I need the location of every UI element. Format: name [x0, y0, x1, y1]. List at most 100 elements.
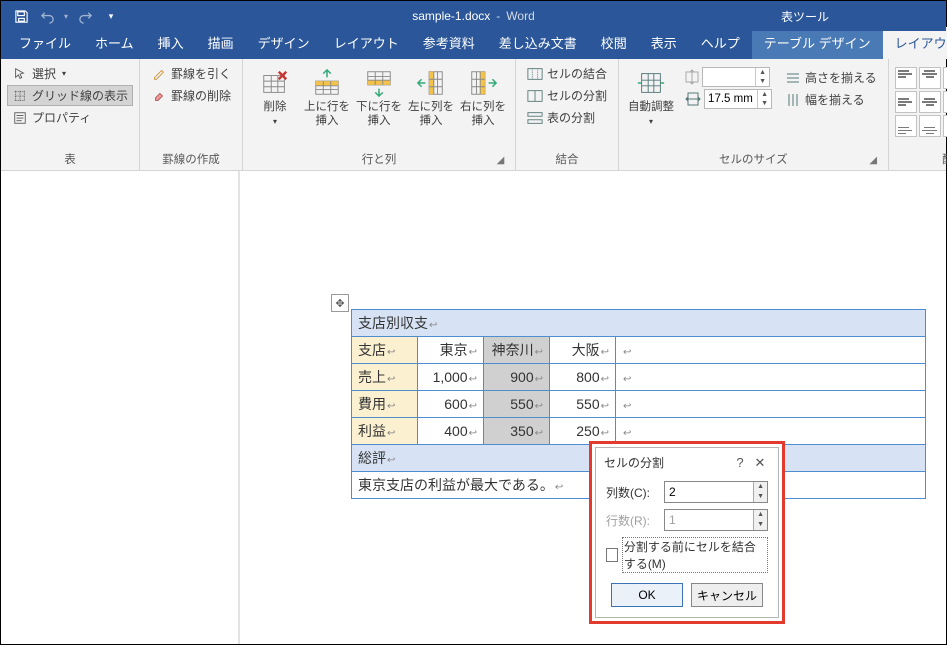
ok-button[interactable]: OK	[611, 583, 683, 607]
split-cells-dialog: セルの分割 ? ✕ 列数(C): ▲▼ 行数(R): ▲▼ 分割する前にセルを結…	[595, 447, 779, 618]
align-top-center[interactable]	[919, 67, 941, 89]
dialog-launcher-icon[interactable]: ◢	[867, 155, 880, 168]
split-cells-icon	[527, 88, 543, 104]
insert-above-button[interactable]: 上に行を挿入	[301, 63, 353, 149]
table-cell[interactable]: ↩	[616, 391, 926, 418]
align-mid-right[interactable]	[943, 91, 947, 113]
insert-right-button[interactable]: 右に列を挿入	[457, 63, 509, 149]
col-width-icon	[685, 92, 701, 106]
select-button[interactable]: 選択 ▾	[7, 63, 133, 84]
table-cell[interactable]: 350↩	[484, 418, 550, 445]
checkbox-icon[interactable]	[606, 548, 618, 562]
draw-border-button[interactable]: 罫線を引く	[146, 63, 236, 84]
table-move-handle[interactable]: ✥	[331, 294, 349, 312]
insert-left-button[interactable]: 左に列を挿入	[405, 63, 457, 149]
save-button[interactable]	[9, 4, 33, 28]
distribute-rows-button[interactable]: 高さを揃える	[780, 67, 882, 88]
table-col-header[interactable]: 神奈川↩	[484, 337, 550, 364]
tab-draw[interactable]: 描画	[196, 27, 246, 59]
table-cell[interactable]: ↩	[616, 364, 926, 391]
table-row-header[interactable]: 費用↩	[352, 391, 418, 418]
spin-up-icon[interactable]: ▲	[758, 90, 771, 99]
spin-down-icon[interactable]: ▼	[754, 492, 767, 502]
split-cells-button[interactable]: セルの分割	[522, 85, 612, 106]
delete-button[interactable]: 削除▾	[249, 63, 301, 149]
group-label-cell-size: セルのサイズ◢	[625, 149, 882, 170]
tab-insert[interactable]: 挿入	[146, 27, 196, 59]
table-cell[interactable]: 550↩	[484, 391, 550, 418]
insert-row-below-icon	[363, 67, 395, 99]
cols-input[interactable]: ▲▼	[664, 481, 768, 503]
tab-table-layout[interactable]: レイアウト	[883, 27, 947, 59]
table-cell[interactable]: 800↩	[550, 364, 616, 391]
split-table-button[interactable]: 表の分割	[522, 107, 612, 128]
merge-cells-button[interactable]: セルの結合	[522, 63, 612, 84]
group-label-borders: 罫線の作成	[146, 149, 236, 170]
distribute-cols-button[interactable]: 幅を揃える	[780, 89, 882, 110]
table-cell[interactable]: 600↩	[418, 391, 484, 418]
insert-col-right-icon	[467, 67, 499, 99]
merge-before-checkbox[interactable]: 分割する前にセルを結合する(M)	[606, 537, 768, 573]
group-rows-cols: 削除▾ 上に行を挿入 下に行を挿入 左に列を挿入 右に列を挿入 行と列◢	[243, 59, 516, 170]
spin-down-icon[interactable]: ▼	[758, 99, 771, 108]
tab-table-design[interactable]: テーブル デザイン	[752, 27, 883, 59]
spin-down-icon[interactable]: ▼	[756, 77, 769, 86]
align-bot-left[interactable]	[895, 115, 917, 137]
table-cell[interactable]: 400↩	[418, 418, 484, 445]
table-cell[interactable]: 550↩	[550, 391, 616, 418]
chevron-down-icon: ▾	[273, 117, 277, 126]
align-top-right[interactable]	[943, 67, 947, 89]
tab-references[interactable]: 参考資料	[411, 27, 487, 59]
align-bot-right[interactable]	[943, 115, 947, 137]
view-gridlines-button[interactable]: グリッド線の表示	[7, 85, 133, 106]
help-button[interactable]: ?	[730, 455, 750, 470]
rows-label: 行数(R):	[606, 512, 658, 529]
align-bot-center[interactable]	[919, 115, 941, 137]
tab-design[interactable]: デザイン	[246, 27, 322, 59]
spin-up-icon[interactable]: ▲	[756, 68, 769, 77]
align-mid-center[interactable]	[919, 91, 941, 113]
group-borders: 罫線を引く 罫線の削除 罫線の作成	[140, 59, 243, 170]
tab-help[interactable]: ヘルプ	[689, 27, 752, 59]
tab-review[interactable]: 校閲	[589, 27, 639, 59]
properties-button[interactable]: プロパティ	[7, 107, 133, 128]
qat-customize[interactable]: ▾	[99, 4, 123, 28]
undo-dropdown[interactable]: ▾	[61, 4, 71, 28]
tab-home[interactable]: ホーム	[83, 27, 146, 59]
chevron-down-icon: ▾	[649, 117, 653, 126]
row-height-input[interactable]: ▲▼	[702, 67, 770, 87]
dialog-launcher-icon[interactable]: ◢	[494, 155, 507, 168]
align-mid-left[interactable]	[895, 91, 917, 113]
col-width-input[interactable]: ▲▼	[704, 89, 772, 109]
table-row-header[interactable]: 支店↩	[352, 337, 418, 364]
redo-button[interactable]	[73, 4, 97, 28]
properties-icon	[12, 110, 28, 126]
table-title-cell[interactable]: 支店別収支↩	[352, 310, 926, 337]
table-row-header[interactable]: 利益↩	[352, 418, 418, 445]
tab-view[interactable]: 表示	[639, 27, 689, 59]
table-col-header[interactable]: 大阪↩	[550, 337, 616, 364]
erase-border-button[interactable]: 罫線の削除	[146, 85, 236, 106]
cancel-button[interactable]: キャンセル	[691, 583, 763, 607]
tab-mailings[interactable]: 差し込み文書	[487, 27, 589, 59]
table-row-header[interactable]: 売上↩	[352, 364, 418, 391]
split-table-icon	[527, 110, 543, 126]
close-button[interactable]: ✕	[750, 455, 770, 471]
spin-up-icon: ▲	[754, 510, 767, 520]
insert-row-above-icon	[311, 67, 343, 99]
cols-label: 列数(C):	[606, 484, 658, 501]
table-cell[interactable]: 900↩	[484, 364, 550, 391]
dialog-title: セルの分割	[604, 454, 730, 471]
tab-layout[interactable]: レイアウト	[322, 27, 411, 59]
ribbon-tabs: ファイル ホーム 挿入 描画 デザイン レイアウト 参考資料 差し込み文書 校閲…	[1, 31, 946, 59]
autofit-button[interactable]: 自動調整▾	[625, 63, 677, 149]
table-cell[interactable]: ↩	[616, 337, 926, 364]
group-table: 選択 ▾ グリッド線の表示 プロパティ 表	[1, 59, 140, 170]
table-cell[interactable]: 1,000↩	[418, 364, 484, 391]
tab-file[interactable]: ファイル	[7, 27, 83, 59]
undo-button[interactable]	[35, 4, 59, 28]
spin-up-icon[interactable]: ▲	[754, 482, 767, 492]
table-col-header[interactable]: 東京↩	[418, 337, 484, 364]
align-top-left[interactable]	[895, 67, 917, 89]
insert-below-button[interactable]: 下に行を挿入	[353, 63, 405, 149]
